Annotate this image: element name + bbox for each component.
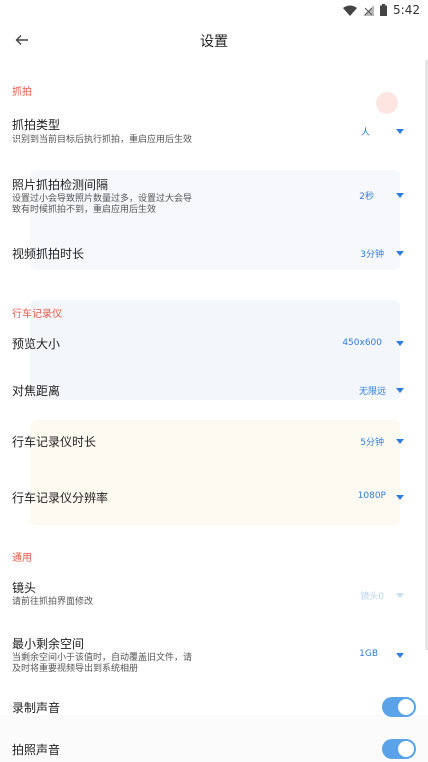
setting-title: 照片抓拍检测间隔 <box>12 178 109 192</box>
setting-title: 视频抓拍时长 <box>12 247 85 261</box>
setting-value: 无限远 <box>358 387 386 397</box>
setting-value: 450x600 <box>342 338 382 348</box>
setting-lens: 镜头 请前往抓拍界面修改 镜头0 <box>0 576 428 612</box>
setting-title: 拍照声音 <box>12 743 61 757</box>
record-sound-toggle[interactable] <box>382 697 416 717</box>
setting-subtitle: 致有时候抓拍不到，重启应用后生效 <box>12 205 157 215</box>
setting-capture-interval[interactable]: 照片抓拍检测间隔 设置过小会导致照片数量过多，设置过大会导 致有时候抓拍不到，重… <box>0 172 428 220</box>
setting-subtitle: 及时将重要视频导出到系统相册 <box>12 664 139 674</box>
chevron-down-icon <box>396 593 404 598</box>
signal-icon <box>363 4 375 16</box>
setting-subtitle: 识别到当前目标后执行抓拍，重启应用后生效 <box>12 135 193 145</box>
setting-subtitle: 设置过小会导致照片数量过多，设置过大会导 <box>12 194 193 204</box>
setting-subtitle: 请前往抓拍界面修改 <box>12 597 94 607</box>
chevron-down-icon <box>396 653 404 658</box>
setting-value: 2秒 <box>359 192 374 202</box>
setting-dashcam-duration[interactable]: 行车记录仪时长 5分钟 <box>0 428 428 454</box>
toggle-knob <box>398 699 414 715</box>
setting-video-capture-duration[interactable]: 视频抓拍时长 3分钟 <box>0 240 428 266</box>
chevron-down-icon <box>396 439 404 444</box>
setting-value: 1GB <box>359 649 378 659</box>
setting-min-free-space[interactable]: 最小剩余空间 当剩余空间小于该值时，自动覆盖旧文件，请 及时将重要视频导出到系统… <box>0 632 428 678</box>
chevron-down-icon <box>396 341 404 346</box>
chevron-down-icon <box>396 495 404 500</box>
page-title: 设置 <box>200 34 228 50</box>
setting-title: 行车记录仪分辨率 <box>12 491 109 505</box>
setting-title: 镜头 <box>12 581 37 595</box>
setting-subtitle: 当剩余空间小于该值时，自动覆盖旧文件，请 <box>12 653 193 663</box>
setting-title: 行车记录仪时长 <box>12 435 97 449</box>
setting-value: 5分钟 <box>360 438 384 448</box>
shutter-sound-toggle[interactable] <box>382 739 416 759</box>
setting-record-sound: 录制声音 <box>0 694 428 720</box>
chevron-down-icon <box>396 129 404 134</box>
setting-shutter-sound: 拍照声音 <box>0 738 428 762</box>
status-bar: 5:42 <box>0 0 428 22</box>
setting-focus-distance[interactable]: 对焦距离 无限远 <box>0 377 428 403</box>
setting-title: 对焦距离 <box>12 384 61 398</box>
wifi-icon <box>343 5 358 16</box>
setting-dashcam-resolution[interactable]: 行车记录仪分辨率 1080P <box>0 484 428 510</box>
status-time: 5:42 <box>393 3 420 17</box>
setting-value: 3分钟 <box>360 250 384 260</box>
setting-value: 1080P <box>357 491 386 501</box>
setting-preview-size[interactable]: 预览大小 450x600 <box>0 330 428 356</box>
setting-capture-type[interactable]: 抓拍类型 识别到当前目标后执行抓拍，重启应用后生效 人 <box>0 112 428 152</box>
battery-icon <box>380 4 388 16</box>
section-header-general: 通用 <box>12 553 32 564</box>
setting-value: 人 <box>360 128 370 138</box>
section-header-capture: 抓拍 <box>12 87 32 98</box>
chevron-down-icon <box>396 251 404 256</box>
chevron-down-icon <box>396 193 404 198</box>
setting-title: 抓拍类型 <box>12 118 61 132</box>
section-header-dashcam: 行车记录仪 <box>12 309 62 320</box>
setting-title: 预览大小 <box>12 337 61 351</box>
setting-title: 录制声音 <box>12 701 61 715</box>
app-bar: 设置 <box>0 22 428 58</box>
setting-value: 镜头0 <box>360 592 384 602</box>
setting-title: 最小剩余空间 <box>12 637 85 651</box>
toggle-knob <box>398 741 414 757</box>
chevron-down-icon <box>396 388 404 393</box>
